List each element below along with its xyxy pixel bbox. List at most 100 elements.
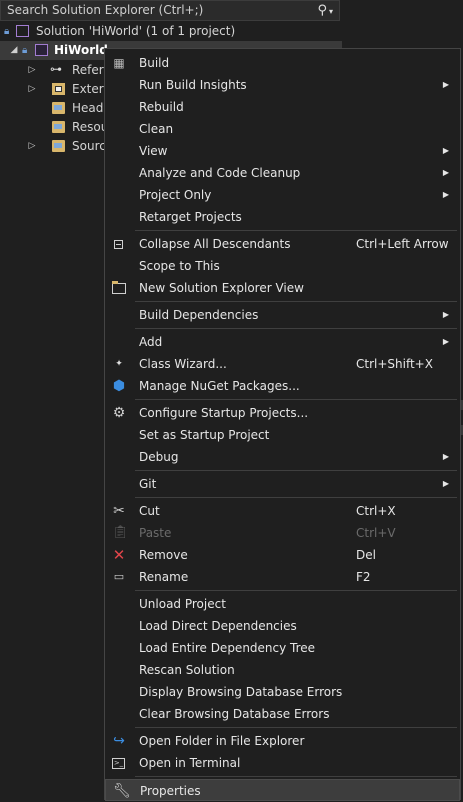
external-dependencies-icon	[52, 83, 65, 95]
menu-item-debug[interactable]: Debug ▶	[105, 446, 460, 468]
menu-item-unload-project[interactable]: Unload Project	[105, 593, 460, 615]
menu-item-label: Load Direct Dependencies	[139, 619, 297, 633]
menu-item-run-build-insights[interactable]: Run Build Insights ▶	[105, 74, 460, 96]
menu-separator	[135, 727, 457, 728]
menu-item-shortcut: Ctrl+Shift+X	[356, 357, 433, 371]
menu-item-label: Paste	[139, 526, 172, 540]
class-wizard-icon: ✦	[115, 359, 123, 369]
menu-item-shortcut: Ctrl+V	[356, 526, 396, 540]
expand-arrow-icon[interactable]: ▷	[27, 137, 37, 156]
menu-item-properties[interactable]: 🔧︎ Properties	[105, 779, 460, 801]
menu-separator	[135, 776, 457, 777]
menu-item-class-wizard[interactable]: ✦ Class Wizard... Ctrl+Shift+X	[105, 353, 460, 375]
solution-icon	[16, 25, 29, 37]
menu-item-project-only[interactable]: Project Only ▶	[105, 184, 460, 206]
cut-icon: ✂	[113, 503, 125, 519]
menu-item-set-as-startup-project[interactable]: Set as Startup Project	[105, 424, 460, 446]
lock-icon: 🔒︎	[4, 26, 10, 37]
menu-item-label: Cut	[139, 504, 160, 518]
search-icon[interactable]: ⚲	[317, 3, 327, 18]
menu-item-label: Open in Terminal	[139, 756, 241, 770]
paste-icon: 📋︎	[112, 525, 129, 540]
wrench-icon: 🔧︎	[113, 783, 131, 799]
gear-icon: ⚙	[112, 405, 126, 421]
menu-item-shortcut: Del	[356, 548, 376, 562]
filter-folder-icon	[52, 102, 65, 114]
menu-item-open-in-terminal[interactable]: >_ Open in Terminal	[105, 752, 460, 774]
menu-item-label: Manage NuGet Packages...	[139, 379, 300, 393]
menu-item-display-browsing-database-errors[interactable]: Display Browsing Database Errors	[105, 681, 460, 703]
menu-item-rebuild[interactable]: Rebuild	[105, 96, 460, 118]
menu-item-git[interactable]: Git ▶	[105, 473, 460, 495]
menu-item-manage-nuget-packages[interactable]: ⬢ Manage NuGet Packages...	[105, 375, 460, 397]
search-input[interactable]: Search Solution Explorer (Ctrl+;) ⚲ ▾	[0, 0, 340, 21]
menu-item-shortcut: F2	[356, 570, 371, 584]
menu-item-collapse-all-descendants[interactable]: Collapse All Descendants Ctrl+Left Arrow	[105, 233, 460, 255]
submenu-arrow-icon: ▶	[442, 168, 449, 177]
new-view-icon	[112, 281, 126, 294]
menu-item-new-solution-explorer-view[interactable]: New Solution Explorer View	[105, 277, 460, 299]
collapse-icon	[114, 240, 123, 249]
submenu-arrow-icon: ▶	[442, 80, 449, 89]
menu-item-label: Rescan Solution	[139, 663, 235, 677]
menu-item-clean[interactable]: Clean	[105, 118, 460, 140]
menu-item-rename[interactable]: ▭ Rename F2	[105, 566, 460, 588]
menu-item-configure-startup-projects[interactable]: ⚙ Configure Startup Projects...	[105, 402, 460, 424]
filter-folder-icon	[52, 121, 65, 133]
menu-item-label: Load Entire Dependency Tree	[139, 641, 316, 655]
submenu-arrow-icon: ▶	[442, 479, 449, 488]
search-options-icon[interactable]: ▾	[329, 7, 333, 16]
open-folder-icon: ↪	[113, 733, 125, 749]
menu-item-label: Debug	[139, 450, 179, 464]
menu-separator	[135, 399, 457, 400]
tree-node-label: Resou	[72, 120, 109, 134]
menu-item-label: Properties	[140, 784, 201, 798]
menu-item-label: Rename	[139, 570, 189, 584]
menu-item-label: Clean	[139, 122, 174, 136]
solution-label: Solution 'HiWorld' (1 of 1 project)	[36, 24, 236, 38]
expand-arrow-icon[interactable]: ▷	[27, 61, 37, 80]
solution-node[interactable]: 🔒︎ Solution 'HiWorld' (1 of 1 project)	[0, 22, 342, 41]
rename-icon: ▭	[113, 570, 125, 583]
menu-item-analyze-and-code-cleanup[interactable]: Analyze and Code Cleanup ▶	[105, 162, 460, 184]
references-icon	[50, 60, 63, 79]
menu-item-add[interactable]: Add ▶	[105, 331, 460, 353]
menu-item-label: Build Dependencies	[139, 308, 259, 322]
menu-item-label: Scope to This	[139, 259, 220, 273]
menu-item-label: Collapse All Descendants	[139, 237, 291, 251]
menu-item-label: New Solution Explorer View	[139, 281, 304, 295]
menu-item-label: Build	[139, 56, 170, 70]
context-menu: ▦ Build Run Build Insights ▶ Rebuild Cle…	[104, 48, 461, 801]
expand-arrow-icon[interactable]: ◢	[9, 41, 19, 60]
menu-item-scope-to-this[interactable]: Scope to This	[105, 255, 460, 277]
menu-item-load-direct-dependencies[interactable]: Load Direct Dependencies	[105, 615, 460, 637]
menu-separator	[135, 470, 457, 471]
terminal-icon: >_	[112, 758, 125, 769]
lock-icon: 🔒︎	[22, 45, 28, 56]
menu-separator	[135, 590, 457, 591]
menu-item-label: Configure Startup Projects...	[139, 406, 309, 420]
build-icon: ▦	[113, 56, 125, 70]
menu-item-paste: 📋︎ Paste Ctrl+V	[105, 522, 460, 544]
filter-folder-icon	[52, 140, 65, 152]
menu-item-open-folder-in-file-explorer[interactable]: ↪ Open Folder in File Explorer	[105, 730, 460, 752]
menu-item-shortcut: Ctrl+X	[356, 504, 396, 518]
menu-item-view[interactable]: View ▶	[105, 140, 460, 162]
menu-item-cut[interactable]: ✂ Cut Ctrl+X	[105, 500, 460, 522]
nuget-icon: ⬢	[112, 378, 126, 394]
menu-item-label: View	[139, 144, 168, 158]
menu-item-build[interactable]: ▦ Build	[105, 52, 460, 74]
menu-item-label: Remove	[139, 548, 188, 562]
menu-item-clear-browsing-database-errors[interactable]: Clear Browsing Database Errors	[105, 703, 460, 725]
menu-separator	[135, 328, 457, 329]
submenu-arrow-icon: ▶	[442, 337, 449, 346]
menu-item-label: Project Only	[139, 188, 212, 202]
menu-item-load-entire-dependency-tree[interactable]: Load Entire Dependency Tree	[105, 637, 460, 659]
menu-item-remove[interactable]: ✕ Remove Del	[105, 544, 460, 566]
menu-item-retarget-projects[interactable]: Retarget Projects	[105, 206, 460, 228]
menu-item-build-dependencies[interactable]: Build Dependencies ▶	[105, 304, 460, 326]
menu-item-rescan-solution[interactable]: Rescan Solution	[105, 659, 460, 681]
menu-item-label: Git	[139, 477, 157, 491]
expand-arrow-icon[interactable]: ▷	[27, 80, 37, 99]
menu-separator	[135, 301, 457, 302]
